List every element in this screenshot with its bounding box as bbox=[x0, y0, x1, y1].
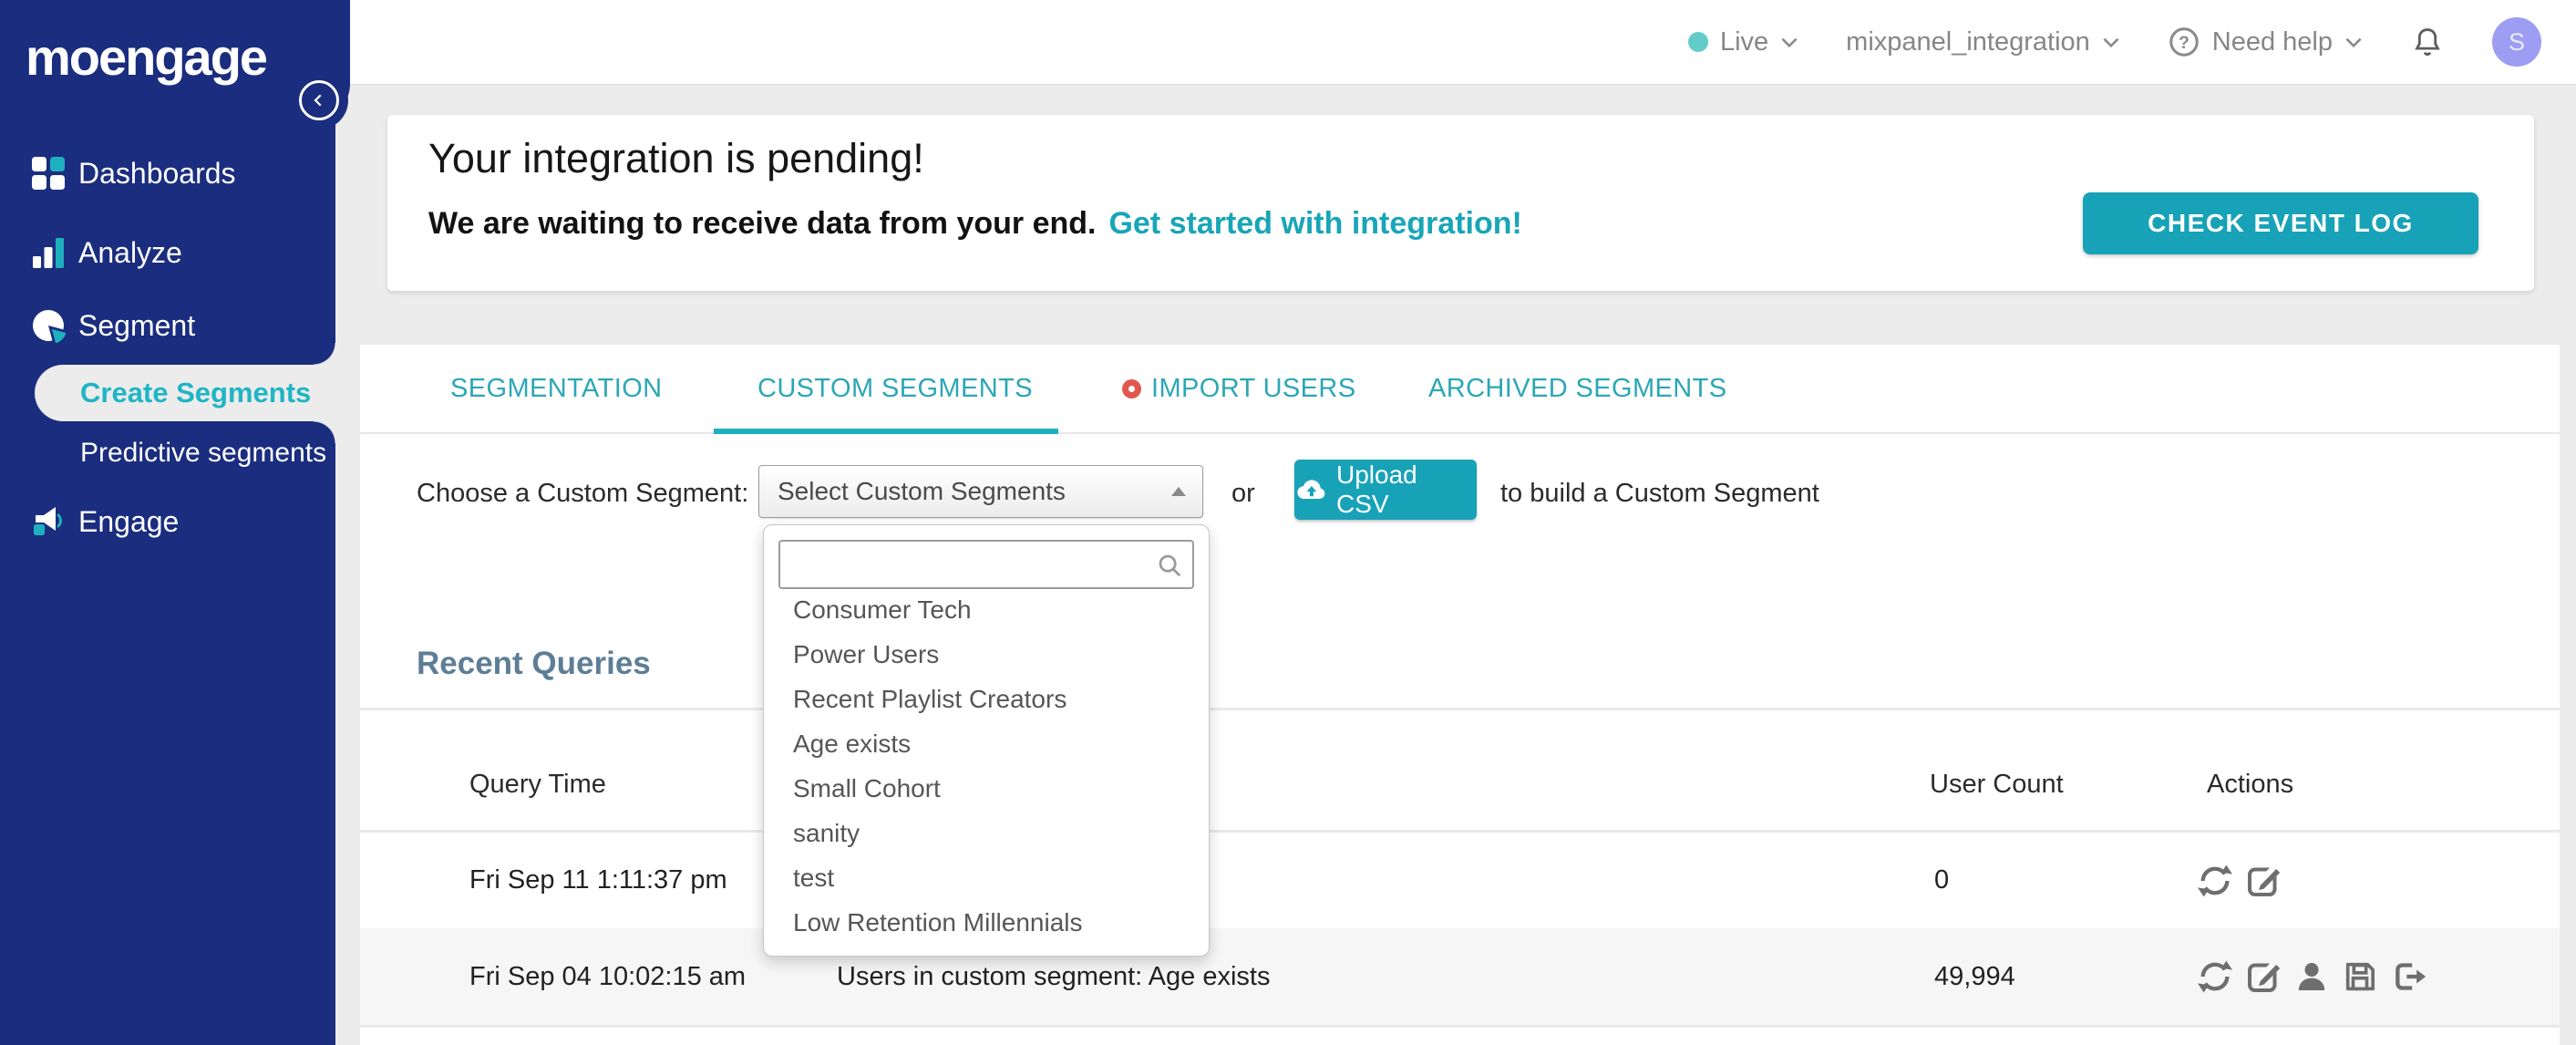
section-divider bbox=[360, 708, 2560, 710]
sidebar-item-label: Engage bbox=[78, 505, 180, 538]
dropdown-option[interactable]: test bbox=[764, 855, 1209, 900]
check-event-log-button[interactable]: CHECK EVENT LOG bbox=[2083, 192, 2478, 254]
custom-segment-select[interactable]: Select Custom Segments bbox=[758, 465, 1203, 518]
top-header-bar: Live mixpanel_integration ? Need help S bbox=[0, 0, 2576, 86]
column-header-query-time: Query Time bbox=[469, 770, 606, 799]
sidebar-item-label: Dashboards bbox=[78, 157, 236, 190]
sidebar-collapse-button[interactable] bbox=[299, 80, 339, 120]
project-selector[interactable]: mixpanel_integration bbox=[1846, 27, 2120, 57]
sidebar-item-create-segments[interactable]: Create Segments bbox=[35, 365, 335, 421]
moengage-logo: moengage bbox=[26, 28, 268, 86]
edit-icon[interactable] bbox=[2245, 863, 2282, 899]
build-segment-suffix-text: to build a Custom Segment bbox=[1500, 479, 1819, 508]
sidebar-item-label: Analyze bbox=[78, 236, 182, 269]
dropdown-option[interactable]: Consumer Tech bbox=[764, 587, 1209, 632]
dropdown-option[interactable]: Small Cohort bbox=[764, 766, 1209, 811]
avatar-initial: S bbox=[2508, 27, 2525, 56]
user-count-cell: 0 bbox=[1934, 865, 1950, 895]
row-actions bbox=[2197, 928, 2427, 1025]
sidebar-item-label: Predictive segments bbox=[80, 438, 327, 468]
sidebar-item-engage[interactable]: Engage bbox=[0, 492, 335, 551]
sidebar-item-predictive-segments[interactable]: Predictive segments bbox=[0, 424, 335, 482]
dropdown-option[interactable]: Low Retention Millennials bbox=[764, 900, 1209, 945]
sidebar: moengage Dashboards Analyze Segment Crea… bbox=[0, 0, 350, 1045]
project-label: mixpanel_integration bbox=[1846, 26, 2090, 57]
triangle-up-icon bbox=[1171, 487, 1186, 496]
segments-card: SEGMENTATION CUSTOM SEGMENTS IMPORT USER… bbox=[360, 345, 2560, 1045]
tab-archived-segments[interactable]: ARCHIVED SEGMENTS bbox=[1428, 345, 1726, 432]
dropdown-option[interactable]: Power Users bbox=[764, 632, 1209, 677]
chevron-left-icon bbox=[314, 94, 322, 107]
table-row: Fri Sep 11 1:11:37 pm 0 bbox=[360, 833, 2560, 928]
column-header-actions: Actions bbox=[2207, 770, 2294, 799]
dropdown-search-box bbox=[778, 540, 1194, 589]
avatar[interactable]: S bbox=[2492, 17, 2541, 67]
tab-custom-segments[interactable]: CUSTOM SEGMENTS bbox=[757, 345, 1033, 432]
choose-segment-label: Choose a Custom Segment: bbox=[417, 479, 749, 508]
search-icon bbox=[1159, 554, 1181, 577]
question-circle-icon: ? bbox=[2169, 27, 2199, 57]
tab-import-users-label: IMPORT USERS bbox=[1151, 374, 1356, 403]
query-time-cell: Fri Sep 04 10:02:15 am bbox=[469, 962, 747, 991]
pill-corner-top bbox=[314, 343, 335, 365]
dropdown-options-list: Consumer Tech Power Users Recent Playlis… bbox=[764, 587, 1209, 945]
refresh-icon[interactable] bbox=[2197, 863, 2233, 899]
chevron-down-icon bbox=[1781, 37, 1798, 47]
user-icon[interactable] bbox=[2293, 958, 2330, 995]
sidebar-item-label: Create Segments bbox=[80, 377, 312, 409]
banner-message: We are waiting to receive data from your… bbox=[428, 206, 1522, 242]
bar-chart-icon bbox=[33, 238, 64, 268]
cloud-upload-icon bbox=[1297, 479, 1325, 499]
dropdown-option[interactable]: Recent Playlist Creators bbox=[764, 677, 1209, 721]
tab-import-users[interactable]: IMPORT USERS bbox=[1122, 345, 1356, 432]
banner-title: Your integration is pending! bbox=[428, 135, 924, 181]
svg-text:?: ? bbox=[2179, 33, 2190, 53]
dropdown-search-input[interactable] bbox=[780, 542, 1192, 587]
help-label: Need help bbox=[2211, 26, 2333, 57]
help-menu[interactable]: ? Need help bbox=[2168, 26, 2363, 58]
query-time-cell: Fri Sep 11 1:11:37 pm bbox=[469, 865, 727, 895]
recent-queries-title: Recent Queries bbox=[417, 646, 651, 681]
grid-icon bbox=[32, 157, 65, 190]
pie-chart-icon bbox=[32, 309, 66, 343]
bell-icon[interactable] bbox=[2410, 25, 2445, 59]
chevron-down-icon bbox=[2103, 37, 2119, 47]
sidebar-item-analyze[interactable]: Analyze bbox=[0, 223, 335, 282]
custom-segments-dropdown-panel: Consumer Tech Power Users Recent Playlis… bbox=[763, 524, 1210, 957]
dropdown-option[interactable]: Age exists bbox=[764, 721, 1209, 766]
upload-csv-label: Upload CSV bbox=[1335, 460, 1417, 518]
sidebar-item-dashboards[interactable]: Dashboards bbox=[0, 144, 335, 202]
chevron-down-icon bbox=[2345, 37, 2362, 47]
table-row: Fri Sep 04 10:02:15 am Users in custom s… bbox=[360, 928, 2560, 1028]
save-icon[interactable] bbox=[2342, 958, 2378, 995]
tab-segmentation[interactable]: SEGMENTATION bbox=[450, 345, 663, 432]
environment-label: Live bbox=[1719, 26, 1769, 57]
column-header-user-count: User Count bbox=[1930, 770, 2064, 799]
tabs-bar: SEGMENTATION CUSTOM SEGMENTS IMPORT USER… bbox=[360, 345, 2560, 434]
sidebar-item-label: Segment bbox=[78, 309, 196, 342]
or-text: or bbox=[1231, 479, 1255, 508]
user-count-cell: 49,994 bbox=[1934, 962, 2015, 991]
integration-pending-banner: Your integration is pending! We are wait… bbox=[387, 115, 2534, 291]
export-icon[interactable] bbox=[2390, 958, 2427, 995]
dropdown-option[interactable]: sanity bbox=[764, 811, 1209, 855]
sidebar-item-segment[interactable]: Segment bbox=[0, 296, 335, 355]
active-tab-indicator bbox=[714, 429, 1058, 434]
get-started-link[interactable]: Get started with integration! bbox=[1108, 206, 1521, 241]
edit-icon[interactable] bbox=[2245, 958, 2282, 995]
import-users-badge-icon bbox=[1122, 378, 1141, 398]
upload-csv-button[interactable]: Upload CSV bbox=[1294, 460, 1477, 520]
banner-message-text: We are waiting to receive data from your… bbox=[428, 206, 1097, 241]
custom-segment-select-value: Select Custom Segments bbox=[778, 477, 1066, 505]
megaphone-icon bbox=[34, 507, 62, 535]
live-status-dot bbox=[1687, 32, 1708, 52]
refresh-icon[interactable] bbox=[2197, 958, 2233, 995]
environment-selector[interactable]: Live bbox=[1687, 26, 1798, 57]
row-actions bbox=[2197, 833, 2282, 928]
